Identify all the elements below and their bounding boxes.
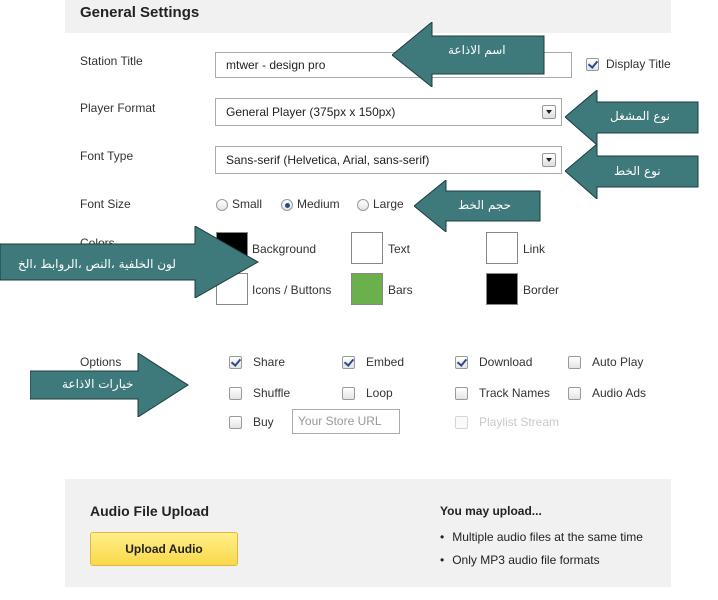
annotation-font-type-text: نوع الخط [614,164,661,178]
annotation-player-type-text: نوع المشغل [610,109,671,123]
may-upload-item: Only MP3 audio file formats [440,549,643,572]
embed-label: Embed [366,355,405,369]
font-type-label: Font Type [80,149,134,163]
audio-ads-checkbox[interactable] [568,387,581,400]
loop-label: Loop [366,386,393,400]
text-color-label: Text [388,242,411,256]
download-checkbox[interactable] [455,356,468,369]
display-title-checkbox[interactable] [586,58,599,71]
general-settings-header: General Settings [65,0,671,33]
display-title-label: Display Title [606,57,671,71]
font-type-value: Sans-serif (Helvetica, Arial, sans-serif… [226,153,430,167]
annotation-options-text: خيارات الاذاعة [62,377,134,391]
may-upload-item: Multiple audio files at the same time [440,526,643,549]
annotation-font-size-text: حجم الخط [458,198,512,212]
font-size-small-label: Small [232,197,263,211]
embed-checkbox[interactable] [342,356,355,369]
player-format-select[interactable]: General Player (375px x 150px) [215,98,562,126]
playlist-stream-label: Playlist Stream [479,415,560,429]
font-size-large-label: Large [373,197,404,211]
playlist-stream-checkbox [455,416,468,429]
chevron-down-icon[interactable] [542,153,556,167]
audio-ads-label: Audio Ads [592,386,647,400]
border-color-swatch[interactable] [486,273,518,305]
buy-label: Buy [253,415,274,429]
track-names-label: Track Names [479,386,550,400]
buy-checkbox[interactable] [229,416,242,429]
annotation-station-name-text: اسم الاذاعة [448,43,506,57]
icons-buttons-color-label: Icons / Buttons [252,283,332,297]
share-label: Share [253,355,286,369]
upload-audio-button[interactable]: Upload Audio [90,532,238,566]
station-title-label: Station Title [80,54,143,68]
bars-color-label: Bars [388,283,413,297]
player-format-label: Player Format [80,101,156,115]
player-format-value: General Player (375px x 150px) [226,105,396,119]
may-upload-list: Multiple audio files at the same time On… [440,526,643,572]
shuffle-label: Shuffle [253,386,291,400]
audio-upload-title: Audio File Upload [90,503,209,519]
auto-play-label: Auto Play [592,355,644,369]
font-size-label: Font Size [80,197,131,211]
may-upload-title: You may upload... [440,504,542,518]
chevron-down-icon[interactable] [542,105,556,119]
link-color-label: Link [523,242,546,256]
store-url-input[interactable]: Your Store URL [292,409,400,434]
auto-play-checkbox[interactable] [568,356,581,369]
track-names-checkbox[interactable] [455,387,468,400]
bars-color-swatch[interactable] [351,273,383,305]
general-settings-title: General Settings [80,4,200,21]
text-color-swatch[interactable] [351,232,383,264]
link-color-swatch[interactable] [486,232,518,264]
loop-checkbox[interactable] [342,387,355,400]
audio-upload-panel: Audio File Upload Upload Audio You may u… [65,479,671,587]
font-type-select[interactable]: Sans-serif (Helvetica, Arial, sans-serif… [215,146,562,174]
background-color-label: Background [252,242,317,256]
border-color-label: Border [523,283,560,297]
font-size-small-radio[interactable] [216,199,228,211]
font-size-medium-radio[interactable] [281,199,293,211]
annotation-colors-text: لون الخلفية ،النص ،الروابط ،الخ [18,257,176,271]
font-size-medium-label: Medium [297,197,340,211]
shuffle-checkbox[interactable] [229,387,242,400]
font-size-large-radio[interactable] [357,199,369,211]
share-checkbox[interactable] [229,356,242,369]
download-label: Download [479,355,533,369]
